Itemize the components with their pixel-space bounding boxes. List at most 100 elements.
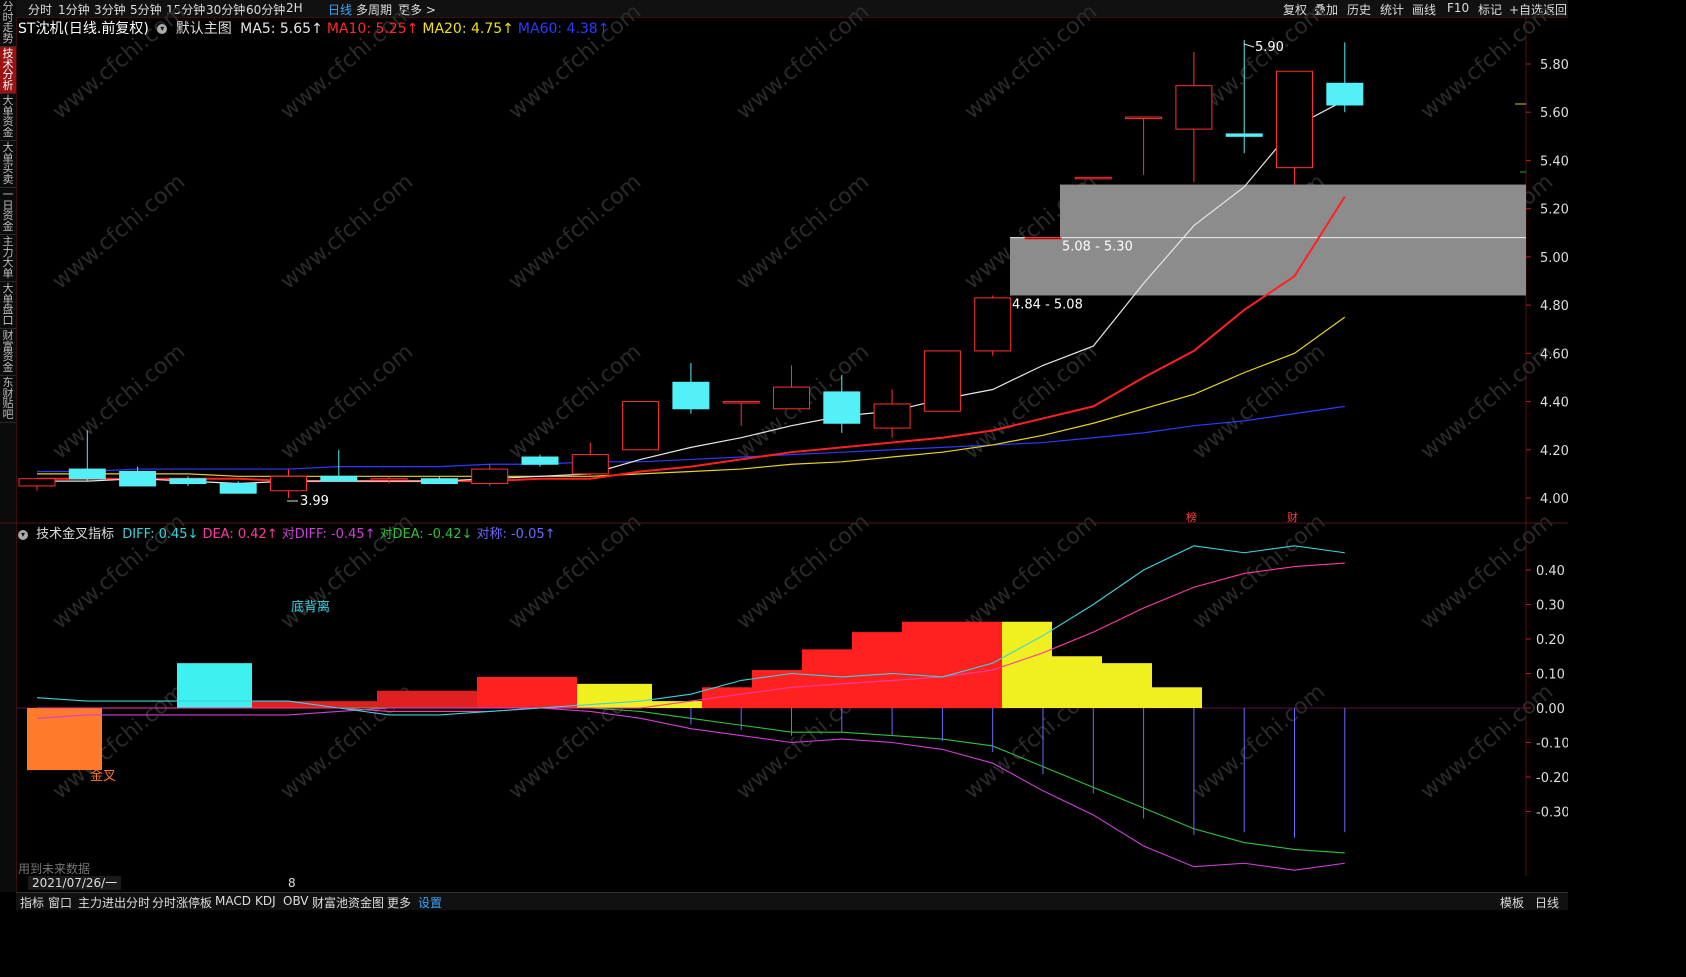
- sub-y-tick-2: 0.20: [1536, 633, 1565, 648]
- candle-body-19: [974, 297, 1012, 352]
- hist-bar-11: [902, 621, 952, 708]
- sub-y-tick-0: 0.40: [1536, 564, 1565, 579]
- bottom-tab-5[interactable]: KDJ: [255, 894, 276, 908]
- bottom-tab-3[interactable]: 分时涨停板: [152, 894, 212, 911]
- candle-body-2: [119, 470, 157, 487]
- watermark-9: www.cfchi.com: [504, 169, 646, 294]
- sub-y-tick-1: 0.30: [1536, 599, 1565, 614]
- sub-y-tick-5: -0.10: [1536, 737, 1568, 752]
- bottom-bar: 指标 窗口 主力进出分时 分时涨停板 MACD KDJ OBV 财富池资金图 更多 设置 模板 日线: [16, 892, 1568, 910]
- zone-label-upper: 5.08 - 5.30: [1062, 240, 1133, 255]
- date-tick: 8: [288, 876, 296, 890]
- watermark-25: www.cfchi.com: [960, 509, 1102, 634]
- sub-indicator-name[interactable]: 技术金叉指标: [36, 527, 114, 542]
- marker-0: 榜: [1186, 510, 1197, 524]
- main-indicator-name[interactable]: 默认主图: [176, 21, 232, 37]
- watermark-8: www.cfchi.com: [276, 169, 418, 294]
- hist-bar-15: [1102, 663, 1152, 708]
- future-data-note: 用到未来数据: [18, 862, 91, 876]
- main-y-tick-6: 4.60: [1540, 347, 1568, 362]
- candle-body-7: [370, 478, 408, 481]
- hist-bar-4: [477, 676, 577, 708]
- max-price-label: 5.90: [1255, 40, 1284, 55]
- zone-label-lower: 4.84 - 5.08: [1012, 297, 1083, 312]
- bottom-right-label-0[interactable]: 模板: [1500, 894, 1524, 911]
- chart-area: www.cfchi.com www.cfchi.com www.cfchi.com w…: [0, 0, 1568, 876]
- candle-body-15: [773, 386, 810, 410]
- watermark-10: www.cfchi.com: [732, 169, 874, 294]
- hist-bar-16: [1152, 687, 1202, 708]
- watermark-26: www.cfchi.com: [1188, 509, 1330, 634]
- watermark-15: www.cfchi.com: [276, 339, 418, 464]
- min-price-label: 3.99: [300, 494, 329, 509]
- watermark-14: www.cfchi.com: [48, 339, 190, 464]
- watermark-3: www.cfchi.com: [732, 0, 874, 125]
- candle-body-10: [521, 456, 559, 465]
- bottom-right-label-1[interactable]: 日线: [1535, 894, 1559, 911]
- sub-value-2: 对DIFF: -0.45↑: [281, 527, 376, 542]
- candle-body-5: [270, 475, 307, 492]
- bottom-tab-8[interactable]: 更多: [387, 894, 411, 911]
- main-y-tick-5: 4.80: [1540, 299, 1568, 314]
- golden-cross-annotation: 金叉: [90, 768, 116, 784]
- candle-body-14: [722, 401, 760, 404]
- sub-value-0: DIFF: 0.45↓: [122, 527, 199, 542]
- ma-label-2: MA20: 4.75↑: [422, 21, 514, 37]
- ma-label-1: MA10: 5.25↑: [326, 21, 419, 37]
- hist-bar-3: [377, 690, 477, 708]
- bottom-tab-1[interactable]: 窗口: [48, 894, 72, 911]
- hist-bar-9: [802, 649, 852, 708]
- watermark-20: www.cfchi.com: [1416, 339, 1558, 464]
- candle-body-25: [1276, 70, 1313, 169]
- hist-bar-14: [1052, 656, 1102, 708]
- sub-value-4: 对称: -0.05↑: [476, 527, 556, 542]
- candle-body-17: [873, 403, 911, 429]
- candle-body-20: [1024, 237, 1062, 240]
- ddiff-line: [36, 707, 1345, 871]
- candle-body-8: [420, 478, 458, 485]
- main-y-tick-4: 5.00: [1540, 251, 1568, 266]
- candle-body-4: [219, 483, 257, 494]
- sub-chart-header: ▾ 技术金叉指标 DIFF: 0.45↓ DEA: 0.42↑ 对DIFF: -0.…: [18, 523, 564, 542]
- hist-bar-7: [702, 687, 752, 708]
- main-y-tick-0: 5.80: [1540, 58, 1568, 73]
- sub-y-tick-4: 0.00: [1536, 702, 1565, 717]
- bottom-tab-7[interactable]: 财富池资金图: [312, 894, 384, 911]
- watermark-33: www.cfchi.com: [1188, 679, 1330, 804]
- settings-circle-icon[interactable]: ▾: [157, 24, 168, 34]
- sub-value-1: DEA: 0.42↑: [202, 527, 278, 542]
- settings-circle-icon[interactable]: ▾: [18, 529, 28, 540]
- bottom-tab-4[interactable]: MACD: [215, 894, 251, 908]
- sub-value-3: 对DEA: -0.42↓: [379, 527, 473, 542]
- candle-body-23: [1175, 85, 1213, 130]
- bottom-tab-9[interactable]: 设置: [418, 894, 442, 911]
- candle-body-21: [1074, 176, 1112, 180]
- candle-body-26: [1326, 82, 1364, 106]
- divergence-annotation: 底背离: [291, 599, 330, 615]
- hist-bar-12: [952, 621, 1002, 708]
- bottom-tab-6[interactable]: OBV: [283, 894, 309, 908]
- sub-y-tick-3: 0.10: [1536, 668, 1565, 683]
- hist-bar-10: [852, 632, 902, 708]
- candle-body-12: [622, 401, 660, 451]
- main-y-tick-7: 4.40: [1540, 396, 1568, 411]
- zone-upper: [1060, 184, 1526, 238]
- candle-body-3: [169, 478, 207, 485]
- bottom-tab-0[interactable]: 指标: [20, 894, 44, 911]
- candle-body-0: [18, 478, 56, 487]
- sub-y-tick-6: -0.20: [1536, 771, 1568, 786]
- candle-body-13: [672, 381, 710, 410]
- watermark-19: www.cfchi.com: [1188, 339, 1330, 464]
- main-y-tick-1: 5.60: [1540, 106, 1568, 121]
- candle-body-6: [320, 475, 358, 482]
- candle-body-1: [68, 468, 106, 480]
- stock-title[interactable]: ST沈机(日线.前复权): [18, 21, 149, 37]
- candle-body-24: [1225, 133, 1263, 137]
- bottom-tab-2[interactable]: 主力进出分时: [78, 894, 150, 911]
- ma-label-3: MA60: 4.38↑: [517, 21, 610, 37]
- max-price-pointer: [1243, 43, 1255, 48]
- sub-y-tick-7: -0.30: [1536, 806, 1568, 821]
- watermark-7: www.cfchi.com: [48, 169, 190, 294]
- candle-body-9: [471, 468, 509, 485]
- ddea-line: [37, 707, 1345, 854]
